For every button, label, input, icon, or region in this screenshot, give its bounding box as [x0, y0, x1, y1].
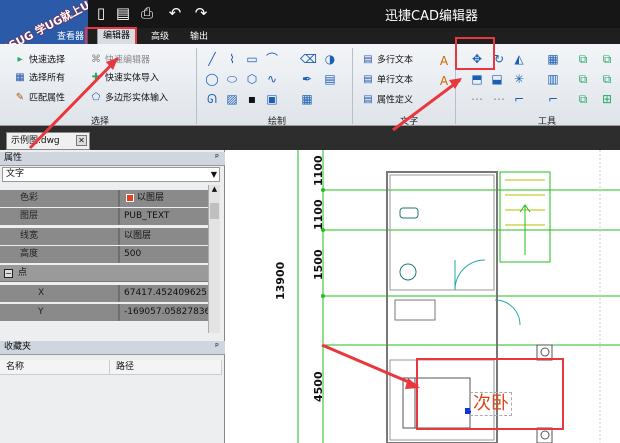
- annotation-arrows: [28, 56, 462, 389]
